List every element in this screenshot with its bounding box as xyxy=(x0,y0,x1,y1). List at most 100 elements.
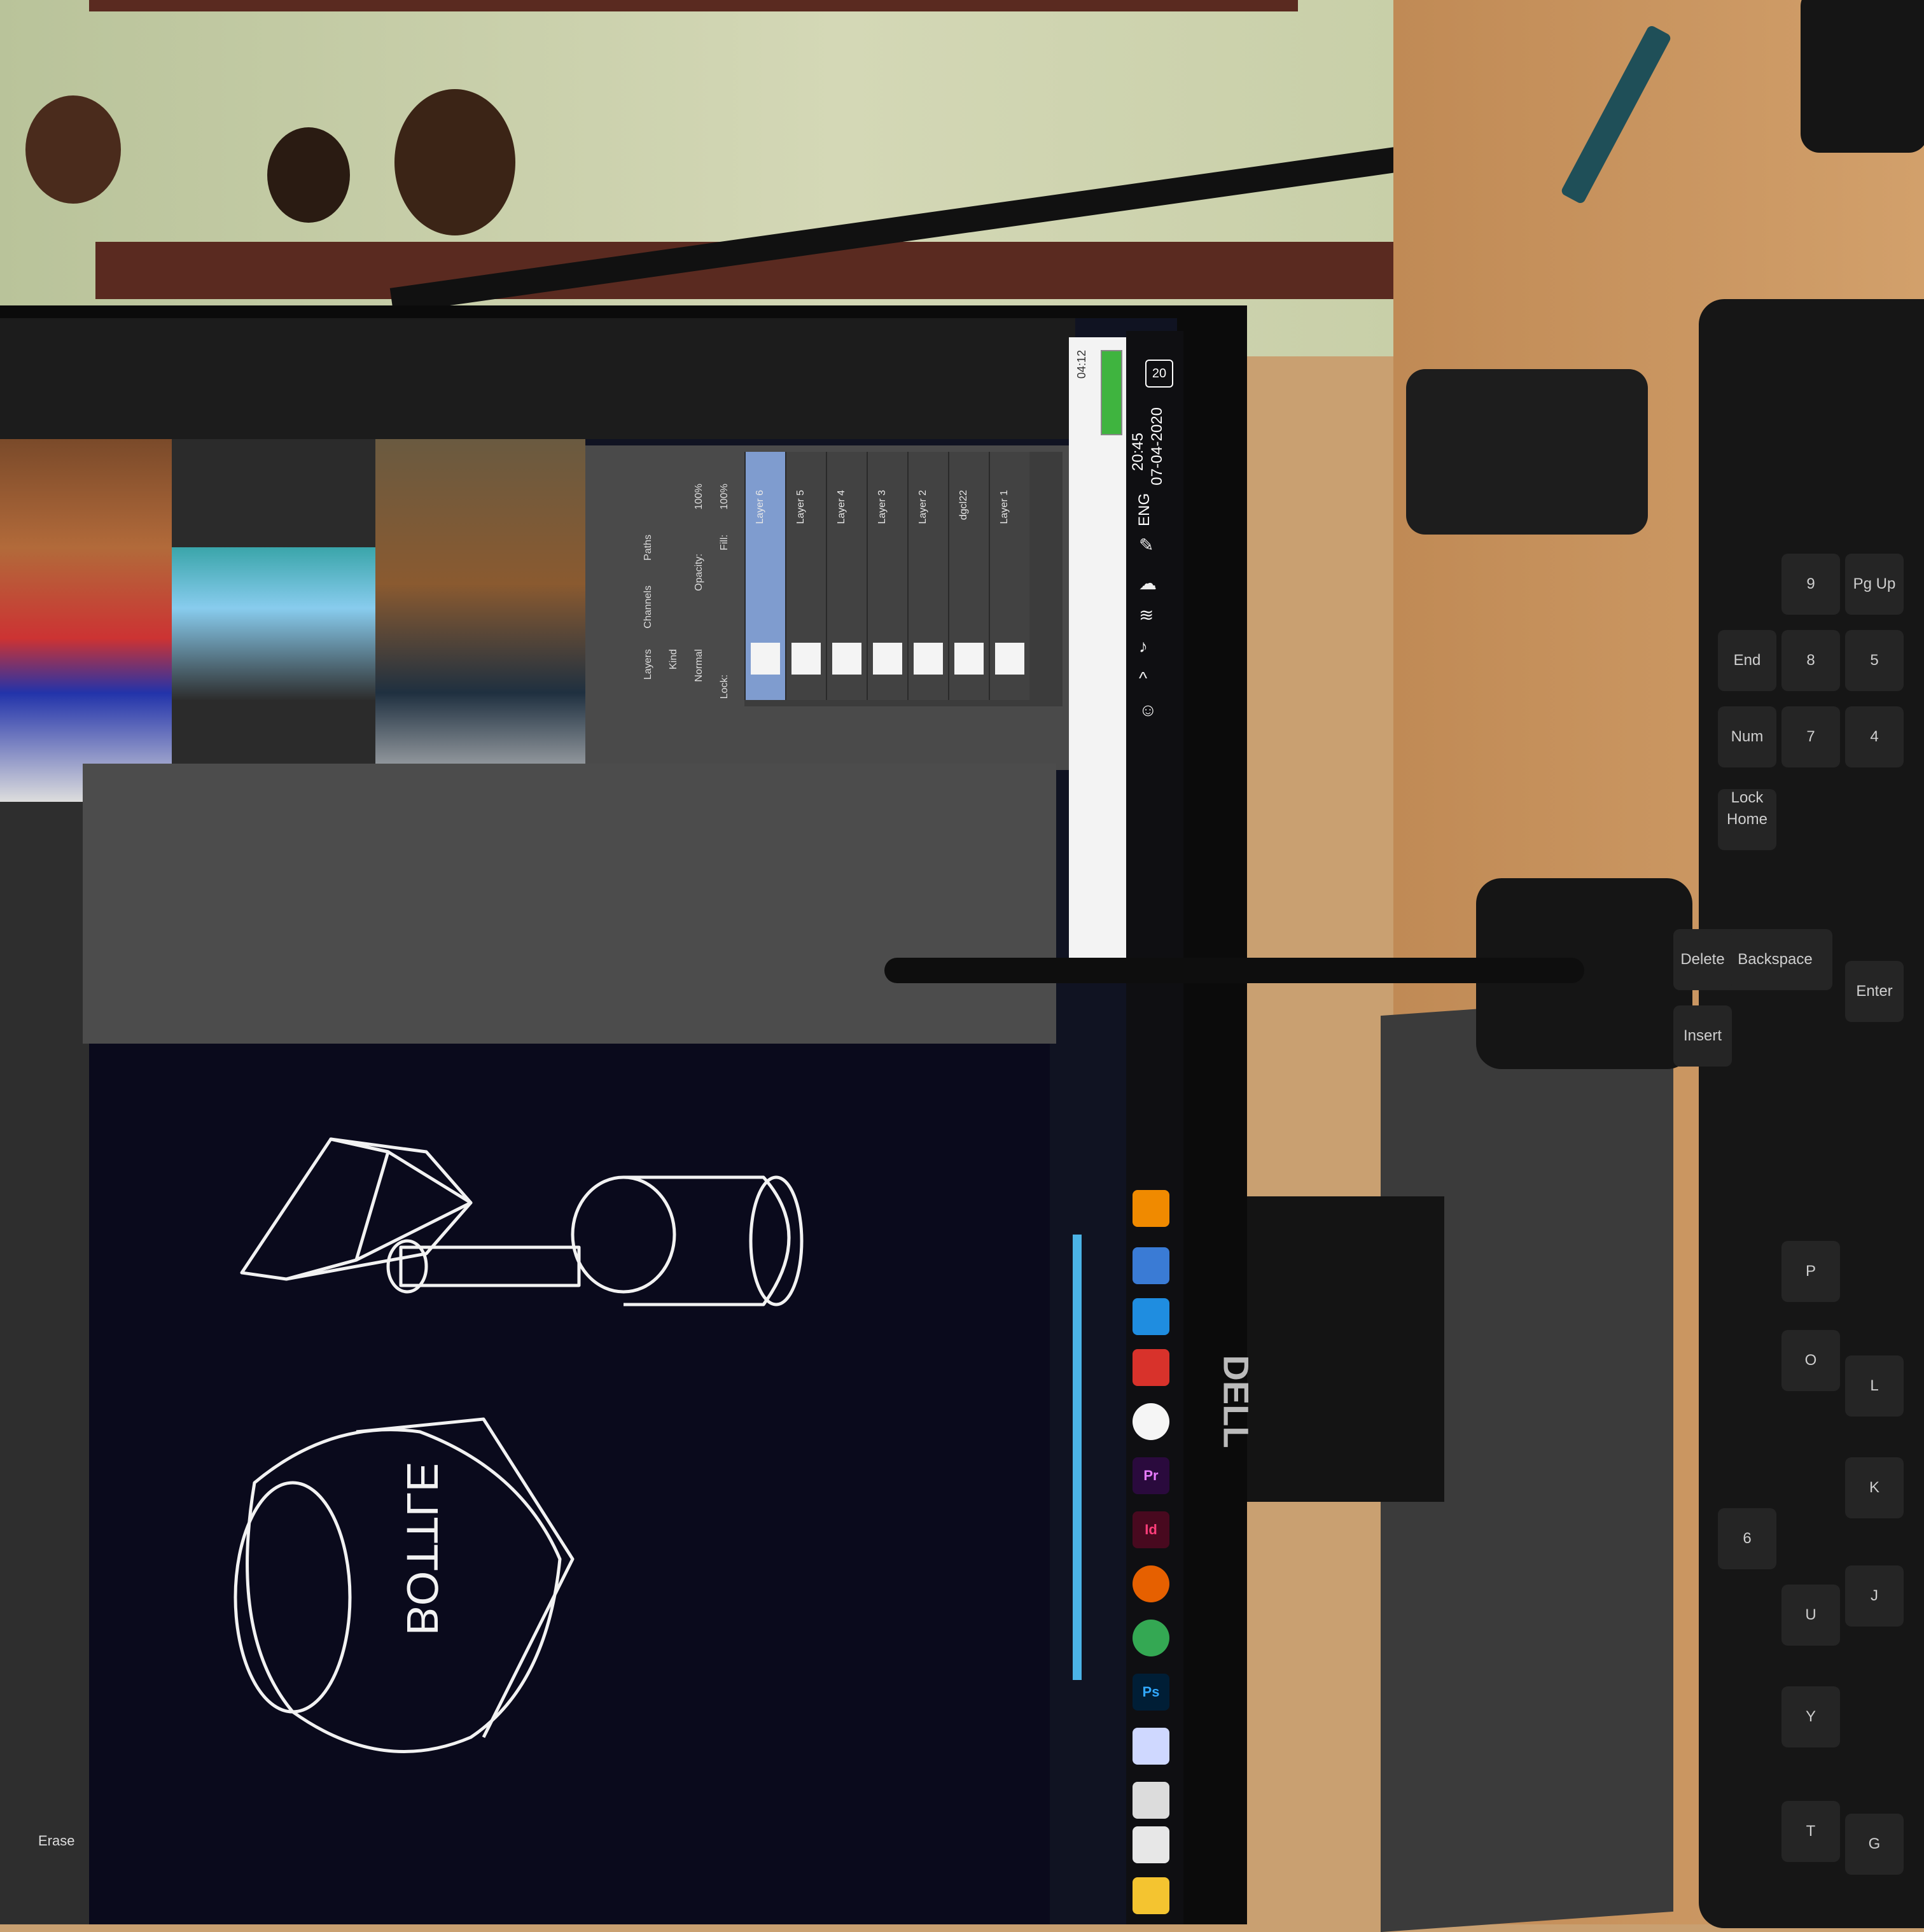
key-u[interactable]: U xyxy=(1781,1585,1840,1646)
vlc-icon[interactable] xyxy=(1133,1190,1169,1227)
layer-thumbnail xyxy=(954,643,984,675)
notification-badge[interactable]: 20 xyxy=(1145,360,1173,388)
layer-thumbnail xyxy=(751,643,780,675)
app-paint-icon[interactable] xyxy=(1133,1728,1169,1765)
layer-row[interactable]: dgcl22 xyxy=(948,452,989,700)
pen-icon[interactable]: ✎ xyxy=(1139,535,1154,556)
opacity-value[interactable]: 100% xyxy=(694,484,705,510)
layers-list: Layer 6 Layer 5 Layer 4 Layer 3 Layer 2 … xyxy=(744,452,1063,706)
dell-logo: DELL xyxy=(1216,1355,1257,1448)
tab-paths[interactable]: Paths xyxy=(643,535,654,561)
layer-row[interactable]: Layer 5 xyxy=(785,452,826,700)
clock-date[interactable]: 07-04-2020 xyxy=(1148,407,1166,486)
key-num-lock[interactable]: Num Lock xyxy=(1718,706,1776,806)
key-g[interactable]: G xyxy=(1845,1814,1904,1875)
store-icon[interactable] xyxy=(1133,1826,1169,1863)
signal-meter xyxy=(1101,350,1122,435)
kind-filter[interactable]: Kind xyxy=(668,649,680,669)
opacity-label: Opacity: xyxy=(694,554,704,591)
participant-2-face xyxy=(267,127,350,223)
pasteboard xyxy=(83,764,1056,1044)
language-indicator[interactable]: ENG xyxy=(1136,493,1154,526)
tab-channels[interactable]: Channels xyxy=(643,585,654,629)
lock-label: Lock: xyxy=(719,675,730,699)
layer-row[interactable]: Layer 1 xyxy=(989,452,1029,700)
key-y[interactable]: Y xyxy=(1781,1686,1840,1747)
sketch-bottle-neck xyxy=(234,1481,352,1714)
key-6[interactable]: 6 xyxy=(1718,1508,1776,1569)
key-pg-up[interactable]: Pg Up xyxy=(1845,554,1904,615)
sketch-box-face xyxy=(284,1201,473,1281)
premiere-icon[interactable]: Pr xyxy=(1133,1457,1169,1494)
sketch-bottle-edge xyxy=(356,1417,575,1739)
key-insert[interactable]: Insert xyxy=(1673,1005,1732,1067)
layer-name: Layer 2 xyxy=(917,490,928,524)
app-red-icon[interactable] xyxy=(1133,1349,1169,1386)
key-k[interactable]: K xyxy=(1845,1457,1904,1518)
video-call-panel xyxy=(0,439,585,802)
layer-name: Layer 3 xyxy=(877,490,888,524)
app-top-area xyxy=(0,318,1075,439)
participant-3-face xyxy=(394,89,515,235)
participant-1-face xyxy=(25,95,121,204)
photos-icon[interactable] xyxy=(1133,1247,1169,1284)
outlook-icon[interactable] xyxy=(1133,1298,1169,1335)
webcam-clip xyxy=(1406,369,1648,535)
key-j[interactable]: J xyxy=(1845,1565,1904,1627)
monitor-stand-neck xyxy=(1241,1196,1444,1502)
active-app-indicator xyxy=(1073,1235,1082,1680)
calculator-icon[interactable] xyxy=(1133,1782,1169,1819)
key-5[interactable]: 5 xyxy=(1845,630,1904,691)
key-o[interactable]: O xyxy=(1781,1330,1840,1391)
clock-time[interactable]: 20:45 xyxy=(1129,433,1147,471)
sketch-box-top xyxy=(240,1137,390,1281)
layer-name: Layer 5 xyxy=(795,490,806,524)
indesign-icon[interactable]: Id xyxy=(1133,1511,1169,1548)
wifi-icon[interactable]: ≋ xyxy=(1139,605,1154,626)
chrome-icon[interactable] xyxy=(1133,1620,1169,1656)
key-delete[interactable]: Delete xyxy=(1673,929,1732,990)
layer-thumbnail xyxy=(914,643,943,675)
key-l[interactable]: L xyxy=(1845,1355,1904,1417)
chevron-up-icon[interactable]: ^ xyxy=(1139,668,1147,689)
vertical-ruler xyxy=(0,802,89,1924)
volume-icon[interactable]: ♪ xyxy=(1139,636,1148,657)
stylus-pen xyxy=(884,958,1584,983)
phone xyxy=(1801,0,1924,153)
key-9[interactable]: 9 xyxy=(1781,554,1840,615)
fill-label: Fill: xyxy=(719,535,730,550)
keyboard[interactable]: Home Num Lock 7 8 9 Pg Up End Backspace … xyxy=(1673,299,1924,1928)
blend-mode-select[interactable]: Normal xyxy=(694,649,705,682)
key-t[interactable]: T xyxy=(1781,1801,1840,1862)
layer-thumbnail xyxy=(873,643,902,675)
participant-video-1[interactable] xyxy=(0,439,172,802)
key-backspace[interactable]: Backspace xyxy=(1718,929,1832,990)
cloud-icon[interactable]: ☁ xyxy=(1139,573,1157,594)
firefox-icon[interactable] xyxy=(1133,1565,1169,1602)
participant-video-2[interactable] xyxy=(172,547,382,700)
tool-label: Erase xyxy=(38,1833,75,1849)
layer-row[interactable]: Layer 3 xyxy=(867,452,907,700)
sketch-label: BOTTLE xyxy=(398,1462,447,1635)
layer-thumbnail xyxy=(832,643,861,675)
key-end[interactable]: End xyxy=(1718,630,1776,691)
key-p[interactable]: P xyxy=(1781,1241,1840,1302)
sketch-cylinder-end xyxy=(571,1175,676,1294)
fill-value[interactable]: 100% xyxy=(719,484,730,510)
participant-video-3[interactable] xyxy=(375,439,585,802)
key-8[interactable]: 8 xyxy=(1781,630,1840,691)
layer-row[interactable]: Layer 4 xyxy=(826,452,867,700)
layer-name: Layer 1 xyxy=(999,490,1010,524)
tab-layers[interactable]: Layers xyxy=(643,649,654,680)
layer-row[interactable]: Layer 6 xyxy=(744,452,785,700)
people-icon[interactable]: ☺ xyxy=(1139,700,1157,720)
layer-name: Layer 6 xyxy=(755,490,765,524)
key-enter[interactable]: Enter xyxy=(1845,961,1904,1022)
photoshop-icon[interactable]: Ps xyxy=(1133,1674,1169,1711)
key-4[interactable]: 4 xyxy=(1845,706,1904,767)
key-7[interactable]: 7 xyxy=(1781,706,1840,767)
file-explorer-icon[interactable] xyxy=(1133,1877,1169,1914)
app-white-icon[interactable] xyxy=(1133,1403,1169,1440)
layer-row[interactable]: Layer 2 xyxy=(907,452,948,700)
wall-frame-top xyxy=(89,0,1298,11)
